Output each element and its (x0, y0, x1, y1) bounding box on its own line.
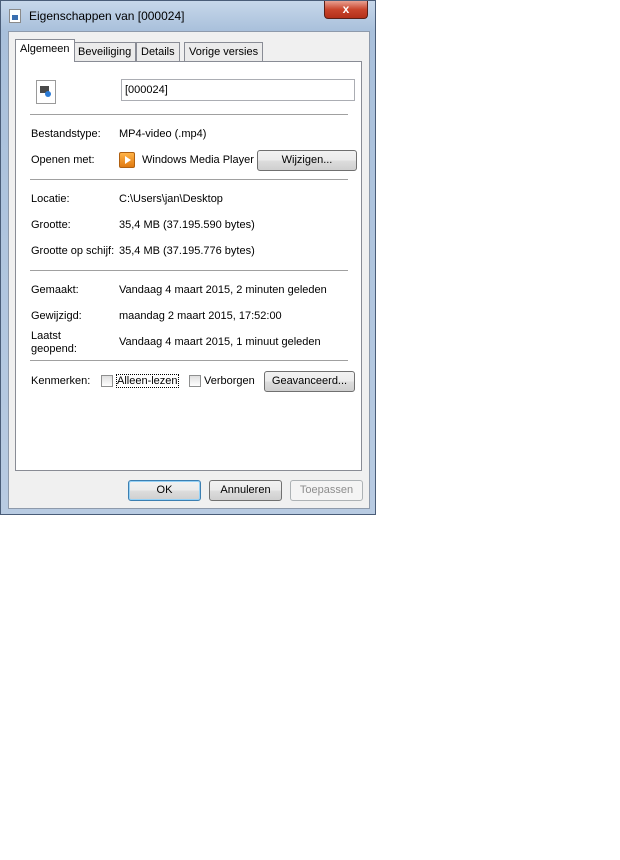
windows-media-player-icon (119, 152, 135, 168)
readonly-label[interactable]: Alleen-lezen (116, 374, 179, 388)
video-file-icon (36, 80, 56, 104)
file-type-value: MP4-video (.mp4) (119, 128, 207, 140)
title-bar[interactable]: Eigenschappen van [000024] x (1, 1, 375, 29)
window-title: Eigenschappen van [000024] (29, 9, 185, 23)
dialog-client: Algemeen Beveiliging Details Vorige vers… (8, 31, 370, 509)
location-label: Locatie: (31, 193, 70, 205)
size-label: Grootte: (31, 219, 71, 231)
file-type-label: Bestandstype: (31, 128, 101, 140)
properties-window: Eigenschappen van [000024] x Algemeen Be… (0, 0, 376, 515)
accessed-label-line2: geopend: (31, 343, 77, 355)
tab-vorige-versies[interactable]: Vorige versies (184, 42, 264, 61)
readonly-checkbox[interactable] (101, 375, 113, 387)
created-value: Vandaag 4 maart 2015, 2 minuten geleden (119, 284, 327, 296)
close-button[interactable]: x (324, 1, 368, 19)
divider (30, 114, 348, 116)
location-value: C:\Users\jan\Desktop (119, 193, 223, 205)
accessed-value: Vandaag 4 maart 2015, 1 minuut geleden (119, 336, 321, 348)
file-properties-icon (9, 9, 21, 23)
tab-details[interactable]: Details (136, 42, 180, 61)
modified-value: maandag 2 maart 2015, 17:52:00 (119, 310, 282, 322)
cancel-button[interactable]: Annuleren (209, 480, 282, 501)
size-value: 35,4 MB (37.195.590 bytes) (119, 219, 255, 231)
hidden-checkbox[interactable] (189, 375, 201, 387)
accessed-label-line1: Laatst (31, 330, 61, 342)
ok-button[interactable]: OK (128, 480, 201, 501)
file-name-input[interactable] (121, 79, 355, 101)
open-with-value: Windows Media Player (142, 154, 254, 166)
modified-label: Gewijzigd: (31, 310, 82, 322)
created-label: Gemaakt: (31, 284, 79, 296)
tab-algemeen[interactable]: Algemeen (15, 39, 75, 62)
divider (30, 270, 348, 272)
open-with-label: Openen met: (31, 154, 95, 166)
divider (30, 360, 348, 362)
advanced-button[interactable]: Geavanceerd... (264, 371, 355, 392)
hidden-label[interactable]: Verborgen (204, 375, 255, 387)
change-button[interactable]: Wijzigen... (257, 150, 357, 171)
divider (30, 179, 348, 181)
size-on-disk-value: 35,4 MB (37.195.776 bytes) (119, 245, 255, 257)
apply-button: Toepassen (290, 480, 363, 501)
attributes-label: Kenmerken: (31, 375, 91, 387)
general-tab-panel: Bestandstype: MP4-video (.mp4) Openen me… (15, 61, 362, 471)
tab-beveiliging[interactable]: Beveiliging (73, 42, 137, 61)
size-on-disk-label: Grootte op schijf: (31, 245, 115, 257)
